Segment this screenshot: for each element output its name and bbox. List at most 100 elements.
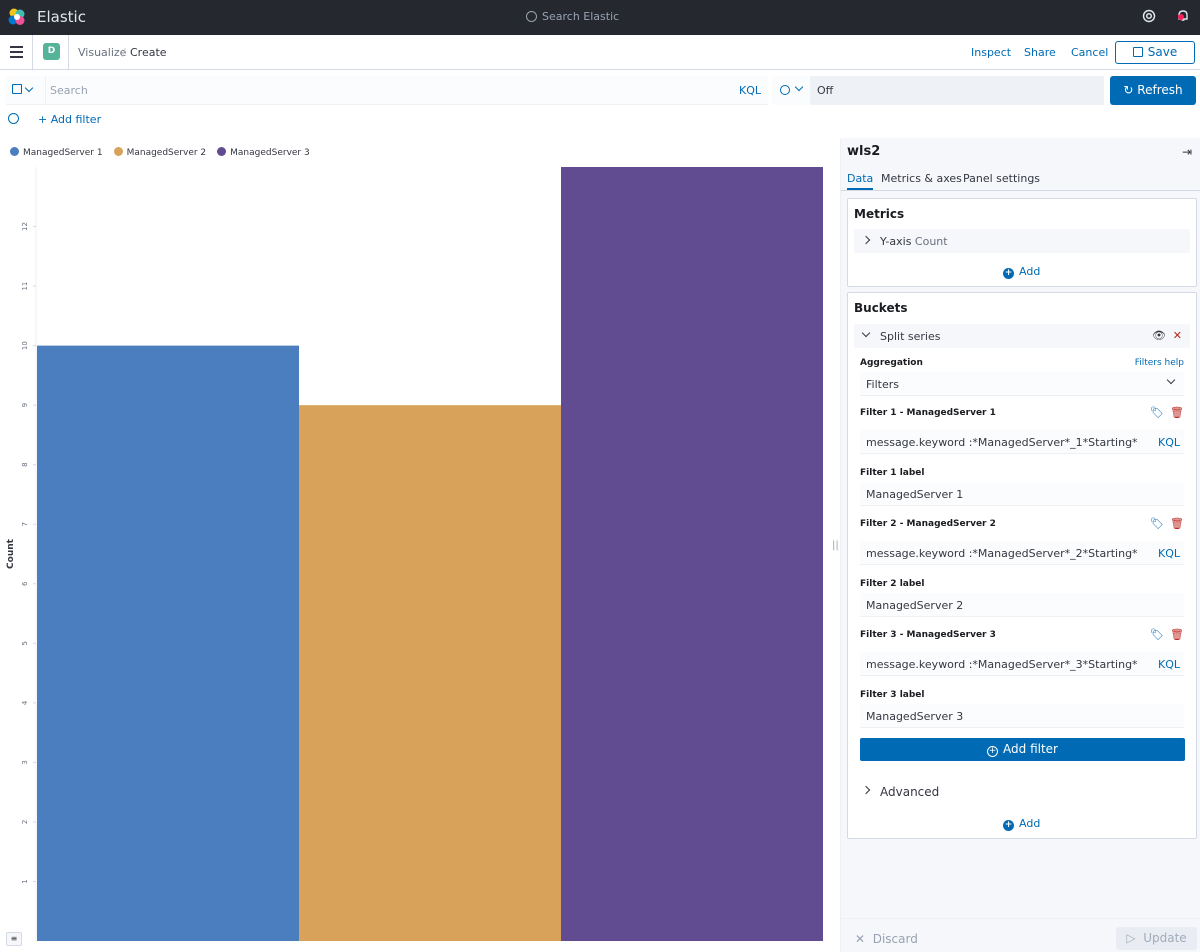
trash-icon[interactable]: 🗑 (1170, 406, 1184, 419)
y-tick-label: 2 (21, 820, 29, 824)
plus-icon: + (987, 746, 999, 757)
chart-bar-2[interactable] (299, 405, 561, 942)
filter-2-query: message.keyword :*ManagedServer*_2*Start… (866, 547, 1138, 560)
clock-icon (780, 85, 790, 95)
add-bucket-button[interactable]: + Add (1003, 817, 1040, 831)
y-tick-label: 8 (21, 462, 29, 466)
buckets-panel: Buckets Split series 👁 ✕ Aggregation Fil… (847, 292, 1197, 839)
tag-icon[interactable]: 🏷 (1150, 406, 1164, 419)
chart-bar-1[interactable] (37, 345, 299, 942)
breadcrumb-create: Create (130, 46, 167, 59)
y-axis-title: Count (6, 538, 16, 569)
add-metric-button[interactable]: + Add (1003, 265, 1040, 279)
metrics-panel: Metrics Y-axis Count + Add (847, 198, 1197, 287)
refresh-button[interactable]: ↻ Refresh (1110, 76, 1196, 105)
tab-metrics-axes[interactable]: Metrics & axes (881, 172, 962, 185)
legend-swatch (113, 147, 123, 156)
filter-1-label-title: Filter 1 label (860, 468, 925, 478)
buckets-heading: Buckets (854, 301, 908, 315)
close-icon[interactable]: ✕ (1173, 329, 1182, 342)
update-button[interactable]: ▷ Update (1116, 927, 1197, 950)
elastic-logo-icon[interactable] (8, 8, 26, 26)
tag-icon[interactable]: 🏷 (1150, 628, 1164, 641)
query-language-toggle[interactable]: KQL (1158, 436, 1180, 449)
editor-tabs: Data Metrics & axes Panel settings (841, 168, 1200, 191)
query-language-toggle[interactable]: KQL (1158, 658, 1180, 671)
play-icon: ▷ (1126, 931, 1136, 945)
discard-button[interactable]: ✕ Discard (855, 932, 918, 946)
add-bucket-label: Add (1019, 817, 1041, 830)
notifications-icon[interactable] (1175, 9, 1191, 25)
yaxis-label: Y-axis Count (880, 235, 948, 248)
filter-3-query-input[interactable]: message.keyword :*ManagedServer*_3*Start… (860, 652, 1184, 676)
divider (45, 76, 46, 105)
filter-2-label-input[interactable]: ManagedServer 2 (860, 593, 1184, 617)
aggregation-select[interactable]: Filters (860, 372, 1184, 396)
resize-handle-icon[interactable]: || (832, 540, 839, 551)
y-tick-label: 12 (21, 222, 29, 231)
filter-3-label-title: Filter 3 label (860, 690, 925, 700)
advanced-accordion[interactable]: Advanced (854, 779, 1190, 803)
global-header: Elastic Search Elastic (0, 0, 1200, 35)
legend-label: ManagedServer 2 (126, 148, 207, 158)
chevron-right-icon (861, 235, 871, 245)
add-metric-label: Add (1019, 265, 1041, 278)
eye-icon[interactable]: 👁 (1152, 329, 1166, 342)
global-search[interactable]: Search Elastic (526, 9, 619, 23)
filter-options-icon[interactable] (8, 113, 19, 124)
tab-panel-settings[interactable]: Panel settings (963, 172, 1040, 185)
refresh-interval-value[interactable]: Off (810, 76, 1104, 105)
visualization-chart: 1 2 3 4 5 6 7 8 9 10 11 12 Count ManagedServer 1 Mana… (0, 138, 830, 952)
global-search-placeholder: Search Elastic (542, 10, 620, 23)
plus-icon: + (1003, 820, 1014, 831)
add-filter-link[interactable]: + Add filter (38, 113, 101, 126)
filter-1-query-input[interactable]: message.keyword :*ManagedServer*_1*Start… (860, 430, 1184, 454)
save-button-label: Save (1147, 45, 1178, 59)
filter-1-label-input[interactable]: ManagedServer 1 (860, 482, 1184, 506)
save-icon (1132, 47, 1143, 57)
space-avatar[interactable]: D (43, 43, 60, 60)
aggregation-label: Aggregation (860, 358, 923, 368)
inspect-link[interactable]: Inspect (971, 46, 1011, 59)
filter-3-label-input[interactable]: ManagedServer 3 (860, 704, 1184, 728)
bar-chart: 123456789101112Count (6, 167, 823, 942)
yaxis-accordion[interactable]: Y-axis Count (854, 229, 1190, 253)
filters-help-link[interactable]: Filters help (1135, 358, 1184, 368)
legend-swatch (10, 147, 19, 156)
close-icon: ✕ (855, 932, 866, 946)
split-series-accordion[interactable]: Split series 👁 ✕ (854, 324, 1190, 348)
yaxis-agg: Count (914, 235, 948, 248)
menu-icon[interactable] (10, 46, 23, 58)
update-label: Update (1143, 931, 1187, 945)
save-button[interactable]: Save (1115, 41, 1195, 64)
save-icon (12, 84, 22, 94)
query-language-toggle[interactable]: KQL (739, 84, 761, 97)
y-tick-label: 6 (21, 581, 29, 586)
trash-icon[interactable]: 🗑 (1170, 517, 1184, 530)
legend-item[interactable]: ManagedServer 1 (10, 146, 103, 158)
filter-2-query-input[interactable]: message.keyword :*ManagedServer*_2*Start… (860, 541, 1184, 565)
help-icon[interactable] (1141, 9, 1157, 25)
split-series-label: Split series (880, 330, 941, 343)
tab-data[interactable]: Data (847, 172, 874, 190)
legend-item[interactable]: ManagedServer 2 (113, 146, 207, 158)
notification-badge (1178, 14, 1184, 20)
legend-toggle-icon[interactable]: ≡ (6, 932, 22, 946)
legend-item[interactable]: ManagedServer 3 (217, 146, 310, 158)
aggregation-select-value: Filters (866, 378, 899, 391)
share-link[interactable]: Share (1024, 46, 1056, 59)
cancel-link[interactable]: Cancel (1071, 46, 1108, 59)
add-filter-button[interactable]: + Add filter (860, 738, 1185, 761)
collapse-sidebar-icon[interactable]: ⇥ (1182, 145, 1192, 159)
saved-query-menu[interactable] (12, 83, 40, 98)
quick-time-menu[interactable] (772, 76, 810, 105)
trash-icon[interactable]: 🗑 (1170, 628, 1184, 641)
breadcrumb-visualize[interactable]: Visualize (78, 46, 126, 59)
chevron-down-icon (794, 82, 804, 92)
y-tick-label: 4 (21, 700, 29, 705)
chart-bar-3[interactable] (561, 167, 823, 941)
query-search-input[interactable]: Search (50, 84, 88, 97)
query-language-toggle[interactable]: KQL (1158, 547, 1180, 560)
yaxis-title: Y-axis (880, 235, 912, 248)
tag-icon[interactable]: 🏷 (1150, 517, 1164, 530)
